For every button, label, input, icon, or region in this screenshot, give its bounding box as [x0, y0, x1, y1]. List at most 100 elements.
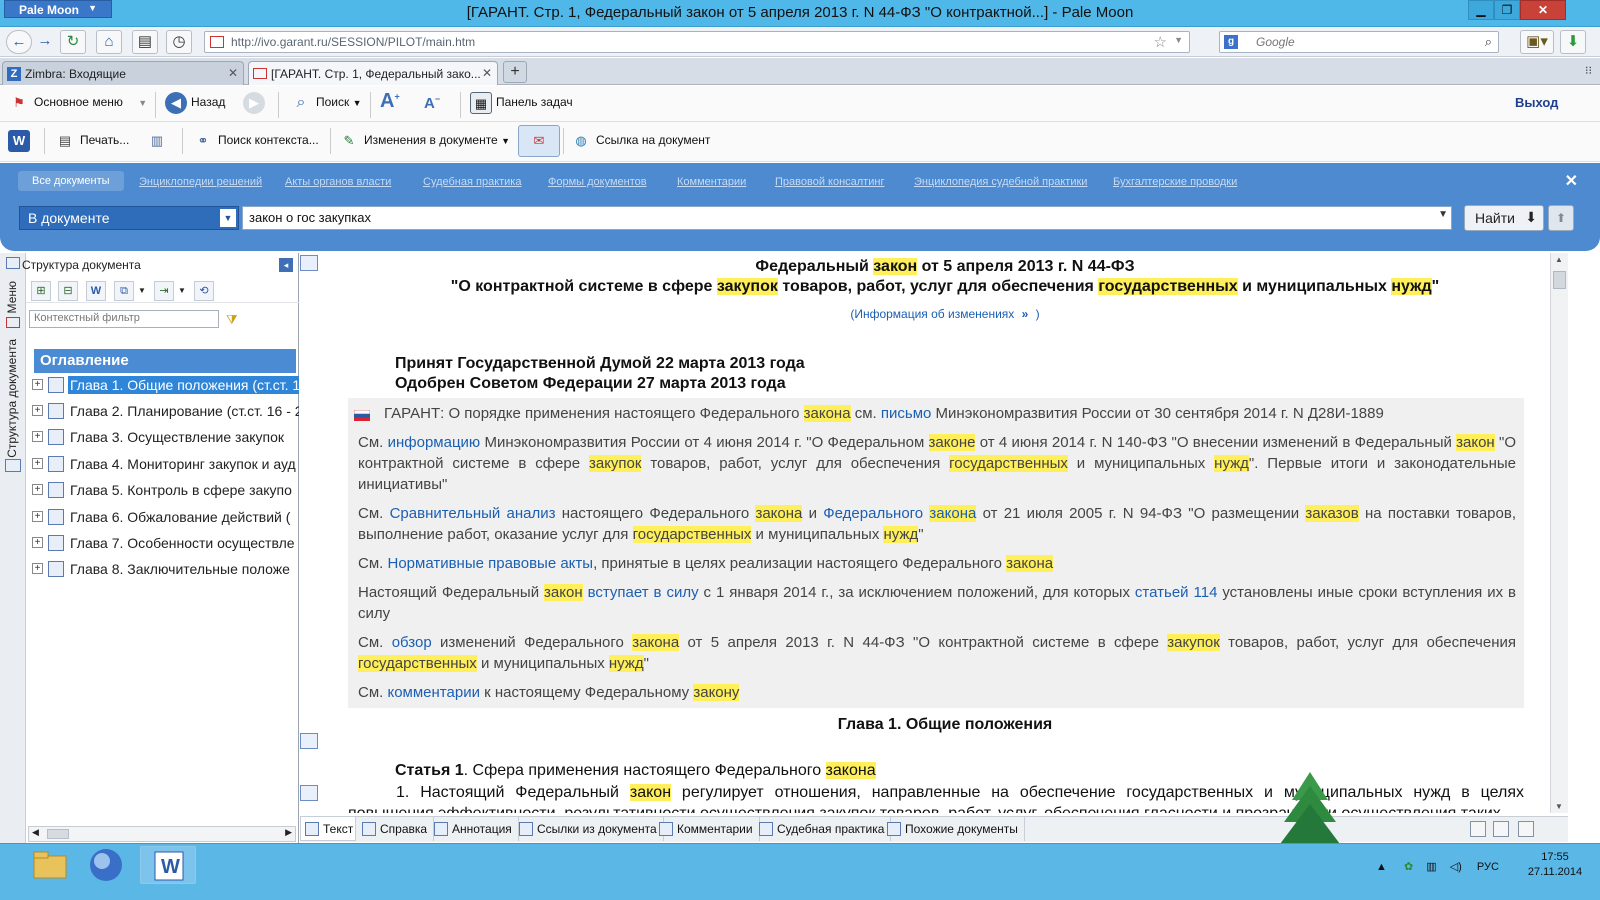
- context-filter-input[interactable]: Контекстный фильтр: [29, 310, 219, 328]
- filter-funnel-icon[interactable]: ⧩: [226, 312, 238, 328]
- tab-reference[interactable]: Справка: [358, 817, 435, 841]
- addons-icon[interactable]: ▣▾: [1520, 30, 1554, 54]
- document-changes-button[interactable]: ✎ Изменения в документе ▼: [338, 130, 510, 152]
- toc-item[interactable]: + Глава 1. Общие положения (ст.ст. 1-: [32, 374, 299, 398]
- web-search-input[interactable]: g Google ⌕: [1219, 31, 1499, 53]
- tab-court-encyclopedia[interactable]: Энциклопедия судебной практики: [914, 176, 1087, 188]
- menu-side-tab[interactable]: Меню: [5, 281, 19, 313]
- expand-icon[interactable]: +: [32, 537, 43, 548]
- tab-annotation[interactable]: Аннотация: [430, 817, 519, 841]
- toc-item[interactable]: + Глава 8. Заключительные положе: [32, 558, 299, 582]
- tab-encyclopedia[interactable]: Энциклопедии решений: [139, 176, 262, 188]
- scroll-up-icon[interactable]: ▲: [1555, 255, 1563, 264]
- word-export-icon[interactable]: W: [86, 281, 106, 301]
- url-bar[interactable]: http://ivo.garant.ru/SESSION/PILOT/main.…: [204, 31, 1190, 53]
- collapse-all-icon[interactable]: ⊟: [58, 281, 78, 301]
- sync-icon[interactable]: ⟲: [194, 281, 214, 301]
- close-search-icon[interactable]: ✕: [1565, 171, 1578, 191]
- save-button[interactable]: ▥: [146, 130, 172, 152]
- query-history-icon[interactable]: ▼: [1438, 209, 1448, 220]
- tab-accounting[interactable]: Бухгалтерские проводки: [1113, 176, 1237, 188]
- gutter-note-icon[interactable]: [300, 733, 318, 749]
- dropdown-arrow-icon[interactable]: ▼: [178, 286, 186, 295]
- print-button[interactable]: ▤ Печать...: [54, 130, 129, 152]
- change-info-link[interactable]: (Информация об изменениях » ): [300, 307, 1550, 321]
- tab-acts[interactable]: Акты органов власти: [285, 176, 391, 188]
- maximize-button[interactable]: ❐: [1494, 0, 1520, 20]
- tray-app-icon[interactable]: ✿: [1404, 861, 1413, 873]
- tab-zimbra[interactable]: Z Zimbra: Входящие ✕: [2, 61, 244, 85]
- search-icon[interactable]: ⌕: [1485, 34, 1492, 50]
- close-tab-icon[interactable]: ✕: [228, 66, 238, 80]
- language-indicator[interactable]: РУС: [1477, 861, 1499, 873]
- tab-court-practice[interactable]: Судебная практика: [423, 176, 521, 188]
- tray-expand-icon[interactable]: ▲: [1376, 861, 1387, 873]
- toc-item[interactable]: + Глава 2. Планирование (ст.ст. 16 - 2: [32, 400, 299, 424]
- main-menu-button[interactable]: ⚑ Основное меню ▼: [8, 92, 147, 114]
- expand-icon[interactable]: +: [32, 431, 43, 442]
- scroll-down-icon[interactable]: ▼: [1555, 802, 1563, 811]
- find-prev-button[interactable]: ⬆: [1548, 205, 1574, 231]
- tab-similar[interactable]: Похожие документы: [883, 817, 1025, 841]
- search-query-input[interactable]: закон о гос закупках ▼: [242, 206, 1452, 230]
- search-menu-button[interactable]: ⌕ Поиск ▼: [290, 92, 362, 114]
- horizontal-scrollbar[interactable]: ◀ ▶: [28, 826, 296, 842]
- expand-icon[interactable]: +: [32, 458, 43, 469]
- reload-icon[interactable]: ↻: [60, 30, 86, 54]
- toc-item[interactable]: + Глава 6. Обжалование действий (: [32, 506, 299, 530]
- toc-item[interactable]: + Глава 5. Контроль в сфере закупо: [32, 479, 299, 503]
- tab-list-icon[interactable]: ⁝⁝: [1585, 64, 1592, 77]
- network-icon[interactable]: ▥: [1426, 861, 1436, 873]
- exit-link[interactable]: Выход: [1515, 95, 1558, 110]
- scroll-thumb[interactable]: [1553, 271, 1566, 289]
- tab-all-documents[interactable]: Все документы: [18, 171, 124, 191]
- export-word-button[interactable]: W: [8, 130, 34, 152]
- expand-icon[interactable]: +: [32, 511, 43, 522]
- taskbar-panel-button[interactable]: ▦ Панель задач: [470, 92, 573, 114]
- list-view-icon[interactable]: [1493, 821, 1509, 837]
- tab-consulting[interactable]: Правовой консалтинг: [775, 176, 884, 188]
- print-icon[interactable]: ▤: [132, 30, 158, 54]
- app-menu-button[interactable]: Pale Moon ▼: [4, 0, 112, 18]
- volume-icon[interactable]: ◁): [1450, 861, 1462, 873]
- scroll-thumb[interactable]: [47, 829, 69, 839]
- expand-icon[interactable]: +: [32, 484, 43, 495]
- structure-side-tab[interactable]: Структура документа: [5, 339, 19, 458]
- toc-item[interactable]: + Глава 4. Мониторинг закупок и ауд: [32, 453, 299, 477]
- font-decrease-icon[interactable]: A−: [424, 94, 440, 112]
- tab-doc-forms[interactable]: Формы документов: [548, 176, 647, 188]
- minimize-button[interactable]: ▁: [1468, 0, 1494, 20]
- export-icon[interactable]: ⇥: [154, 281, 174, 301]
- forward-button[interactable]: ▶: [243, 92, 269, 114]
- tab-garant[interactable]: [ГАРАНТ. Стр. 1, Федеральный зако... ✕: [248, 61, 498, 85]
- garant-mail-button[interactable]: ✉: [518, 125, 560, 157]
- expand-all-icon[interactable]: ⊞: [31, 281, 51, 301]
- expand-icon[interactable]: +: [32, 563, 43, 574]
- bookmark-star-icon[interactable]: ☆: [1154, 33, 1167, 51]
- dropdown-arrow-icon[interactable]: ▼: [138, 286, 146, 295]
- copy-icon[interactable]: ⧉: [114, 281, 134, 301]
- tab-comments[interactable]: Комментарии: [655, 817, 760, 841]
- print-preview-icon[interactable]: [1518, 821, 1534, 837]
- find-button[interactable]: Найти ⬇: [1464, 205, 1544, 231]
- back-arrow-icon[interactable]: ←: [6, 30, 32, 54]
- context-search-button[interactable]: ⚭ Поиск контекста...: [192, 130, 319, 152]
- toc-item[interactable]: + Глава 3. Осуществление закупок: [32, 426, 299, 450]
- pale-moon-icon[interactable]: [78, 846, 134, 884]
- search-scope-select[interactable]: В документе ▼: [19, 206, 239, 230]
- new-tab-button[interactable]: +: [503, 61, 527, 83]
- forward-arrow-icon[interactable]: →: [32, 30, 58, 54]
- history-icon[interactable]: ◷: [166, 30, 192, 54]
- tab-comments[interactable]: Комментарии: [677, 176, 746, 188]
- font-increase-icon[interactable]: A+: [380, 90, 400, 113]
- tab-text[interactable]: Текст: [300, 817, 356, 841]
- word-taskbar-icon[interactable]: W: [140, 846, 196, 884]
- tab-court-practice[interactable]: Судебная практика: [755, 817, 892, 841]
- explorer-icon[interactable]: [22, 846, 78, 884]
- download-icon[interactable]: ⬇: [1560, 30, 1586, 54]
- close-window-button[interactable]: ✕: [1520, 0, 1566, 20]
- page-view-icon[interactable]: [1470, 821, 1486, 837]
- close-tab-icon[interactable]: ✕: [482, 66, 492, 80]
- tab-links[interactable]: Ссылки из документа: [515, 817, 664, 841]
- clock[interactable]: 17:55 27.11.2014: [1520, 850, 1590, 880]
